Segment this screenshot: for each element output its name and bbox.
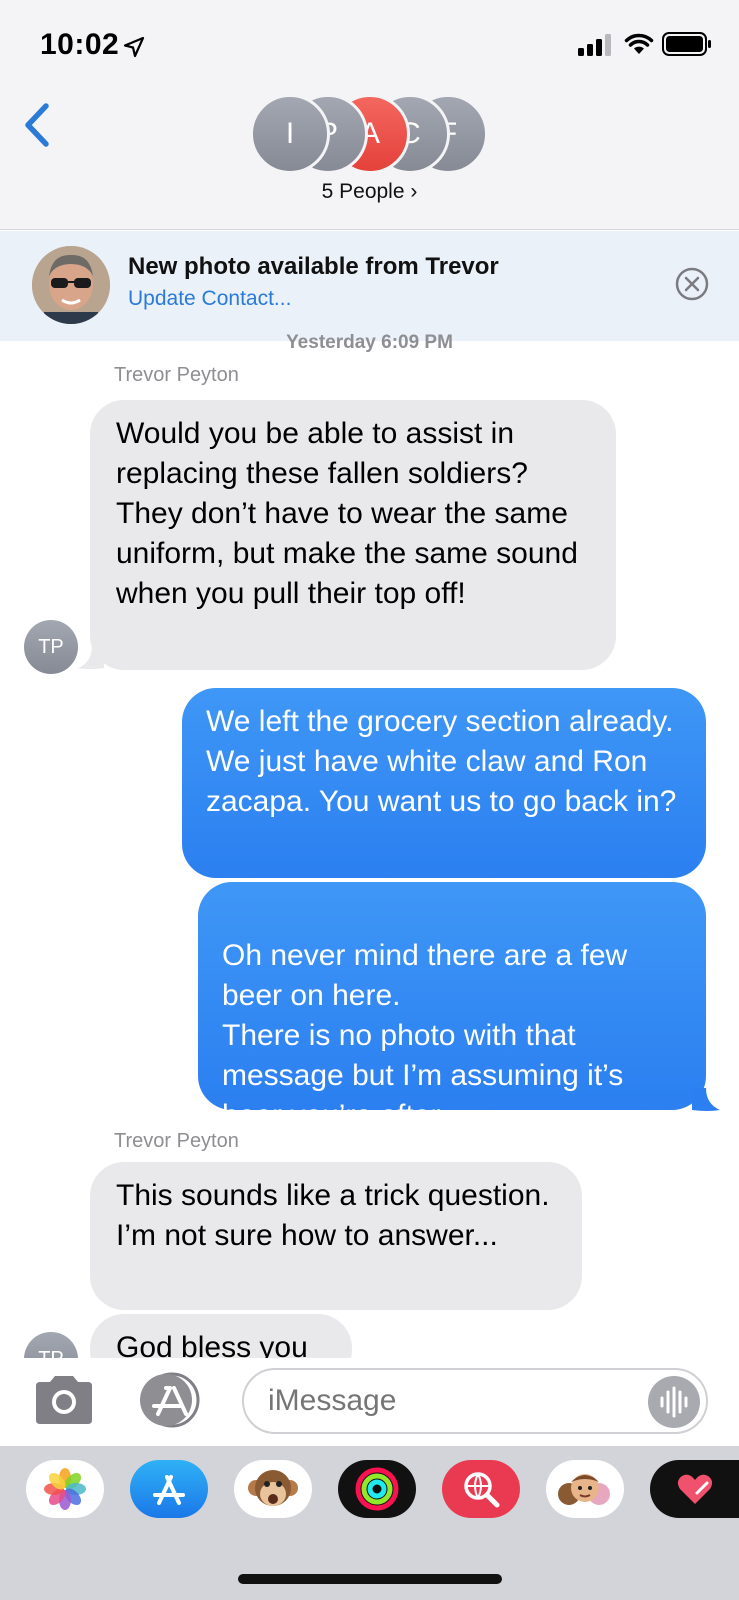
globe-search-icon — [464, 1472, 500, 1508]
heart-touch-icon — [677, 1474, 712, 1504]
digital-touch-icon[interactable] — [650, 1460, 739, 1518]
web-images-search-icon[interactable] — [442, 1460, 520, 1518]
group-avatar-stack[interactable]: I P A C F — [250, 94, 490, 174]
close-banner-icon[interactable] — [675, 267, 709, 301]
message-text: Would you be able to assist in replacing… — [116, 417, 578, 610]
message-text: We left the grocery section already. We … — [206, 705, 677, 818]
incoming-message-bubble[interactable]: This sounds like a trick question. I’m n… — [90, 1162, 582, 1310]
message-text: Oh never mind there are a few beer on he… — [222, 939, 628, 1132]
app-store-glyph-icon — [153, 1475, 185, 1505]
wifi-icon — [624, 33, 654, 54]
imessage-input[interactable] — [242, 1368, 708, 1434]
contact-photo-image — [32, 246, 110, 324]
app-store-drawer-icon[interactable] — [136, 1372, 208, 1428]
outgoing-message-bubble[interactable]: We left the grocery section already. We … — [182, 688, 706, 878]
contact-photo-avatar — [32, 246, 110, 324]
activity-icon[interactable] — [338, 1460, 416, 1518]
message-text: This sounds like a trick question. I’m n… — [116, 1179, 550, 1252]
contact-photo-banner: New photo available from Trevor Update C… — [0, 231, 739, 341]
photos-flower-icon — [44, 1468, 86, 1510]
app-store-icon[interactable] — [130, 1460, 208, 1518]
location-arrow-icon — [123, 36, 145, 58]
camera-icon[interactable] — [32, 1374, 96, 1426]
status-time: 10:02 — [40, 28, 120, 61]
incoming-message-bubble[interactable]: Would you be able to assist in replacing… — [90, 400, 616, 670]
message-timestamp: Yesterday 6:09 PM — [286, 332, 453, 353]
message-input-bar — [0, 1358, 739, 1446]
group-avatar-i: I — [250, 94, 330, 174]
photos-app-icon[interactable] — [26, 1460, 104, 1518]
audio-message-button[interactable] — [648, 1376, 700, 1428]
activity-rings-icon — [355, 1467, 399, 1511]
sender-name: Trevor Peyton — [114, 1130, 239, 1152]
memoji-stickers-icon[interactable] — [546, 1460, 624, 1518]
sender-avatar[interactable]: TP — [24, 620, 78, 674]
home-indicator[interactable] — [238, 1574, 502, 1584]
status-bar: 10:02 — [0, 0, 739, 90]
back-chevron-icon[interactable] — [22, 102, 52, 148]
group-people-count[interactable]: 5 People › — [0, 180, 739, 204]
memoji-faces-icon — [558, 1474, 610, 1505]
sender-name: Trevor Peyton — [114, 364, 239, 386]
banner-title: New photo available from Trevor — [128, 253, 499, 280]
animoji-icon[interactable] — [234, 1460, 312, 1518]
battery-icon — [662, 32, 711, 56]
waveform-icon — [660, 1386, 688, 1418]
conversation-header: 10:02 I P A C F 5 People › — [0, 0, 739, 230]
outgoing-message-bubble[interactable]: Oh never mind there are a few beer on he… — [198, 882, 706, 1132]
cellular-signal-icon — [578, 34, 611, 56]
monkey-face-icon — [248, 1470, 298, 1506]
outgoing-bubble-tail — [692, 1088, 720, 1111]
update-contact-link[interactable]: Update Contact... — [128, 287, 291, 311]
incoming-bubble-tail — [78, 646, 104, 669]
